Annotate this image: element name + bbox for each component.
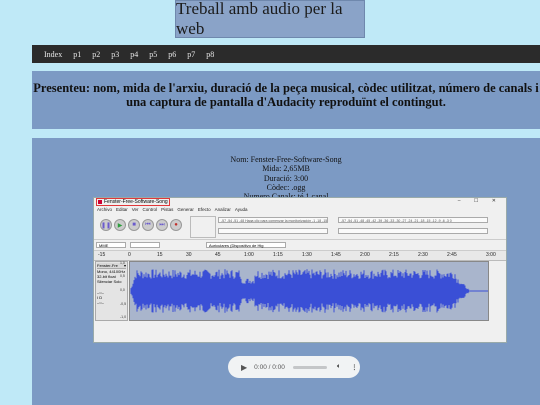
nav-link-p4[interactable]: p4	[130, 50, 138, 59]
tick-label: 3:00	[486, 252, 496, 258]
tick-label: 45	[215, 252, 221, 258]
nav-link-p2[interactable]: p2	[92, 50, 100, 59]
mic-slider	[218, 228, 328, 234]
task-statement: Presenteu: nom, mida de l'arxiu, duració…	[32, 71, 540, 129]
track-name: Fenster-Fre	[97, 263, 118, 268]
menu-ver: Ver	[131, 207, 139, 212]
playback-meter: -57 -54 -51 -48 -45 -42 -39 -36 -33 -30 …	[338, 217, 488, 223]
audacity-titlebar: Fenster-Free-Software-Song – ☐ ✕	[94, 198, 506, 206]
scale-label: -0,5	[120, 302, 127, 306]
play-button[interactable]: ▶	[241, 363, 247, 372]
menu-analizar: Analizar	[214, 207, 231, 212]
scale-label: 0,0	[120, 288, 125, 292]
tick-label: 1:45	[331, 252, 341, 258]
tools-toolbar	[190, 216, 216, 238]
nav-link-p5[interactable]: p5	[149, 50, 157, 59]
nav-link-p6[interactable]: p6	[168, 50, 176, 59]
pause-icon: ❚❚	[100, 219, 112, 231]
record-meter: -57 -54 -51 -48 Haga clic para comenzar …	[218, 217, 328, 223]
tick-label: 1:15	[273, 252, 283, 258]
tick-label: 2:45	[447, 252, 457, 258]
audacity-menubar: Archivo Editar Ver Control Pistas Genera…	[94, 206, 506, 213]
content-panel: Nom: Fenster-Free-Software-Song Mida: 2,…	[32, 138, 540, 405]
player-time: 0:00 / 0:00	[254, 363, 285, 371]
tick-label: 1:00	[244, 252, 254, 258]
tick-label: 30	[186, 252, 192, 258]
menu-generar: Generar	[177, 207, 194, 212]
audacity-toolbar: ❚❚ ▶ ■ ⏮ ⏭ ● -57 -54 -51 -48 Haga clic p…	[94, 213, 506, 240]
nav-bar: Index p1 p2 p3 p4 p5 p6 p7 p8	[32, 45, 540, 63]
audacity-window-title-text: Fenster-Free-Software-Song	[104, 199, 168, 205]
scale-label: -1,0	[120, 315, 127, 319]
window-controls: – ☐ ✕	[457, 198, 502, 204]
tick-label: 15	[157, 252, 163, 258]
tick-label: 1:30	[302, 252, 312, 258]
track-area: Fenster-Fre ▾ Mono, 44100Hz 32-bit float …	[94, 259, 506, 342]
waveform-path	[130, 269, 470, 313]
play-icon: ▶	[114, 219, 126, 231]
audacity-window-title: Fenster-Free-Software-Song	[96, 198, 170, 206]
mic-device-select	[130, 242, 160, 248]
nav-link-p1[interactable]: p1	[73, 50, 81, 59]
info-size: Mida: 2,65MB	[262, 164, 310, 174]
nav-link-p8[interactable]: p8	[206, 50, 214, 59]
output-device-select: Auriculares (Dispositivo de Hig	[206, 242, 286, 248]
menu-efecto: Efecto	[197, 207, 211, 212]
host-select: MME	[96, 242, 126, 248]
tick-label: 0	[128, 252, 131, 258]
tick-label: -15	[98, 252, 106, 258]
edit-tools	[338, 228, 488, 234]
nav-link-index[interactable]: Index	[44, 50, 62, 59]
seek-bar[interactable]	[292, 365, 327, 369]
info-name: Nom: Fenster-Free-Software-Song	[230, 155, 342, 164]
task-line-2: una captura de pantalla d'Audacity repro…	[126, 95, 446, 109]
audacity-logo-icon	[98, 200, 102, 204]
tick-label: 2:15	[389, 252, 399, 258]
audacity-screenshot: Fenster-Free-Software-Song – ☐ ✕ Archivo…	[93, 197, 507, 343]
menu-ayuda: Ayuda	[234, 207, 248, 212]
skip-start-icon: ⏮	[142, 219, 154, 231]
nav-link-p3[interactable]: p3	[111, 50, 119, 59]
menu-archivo: Archivo	[97, 207, 113, 212]
record-icon: ●	[170, 219, 182, 231]
menu-pistas: Pistas	[161, 207, 174, 212]
scale-label: 1,0	[120, 261, 125, 265]
waveform-graphic	[130, 269, 488, 313]
tick-label: 2:30	[418, 252, 428, 258]
stop-icon: ■	[128, 219, 140, 231]
volume-icon[interactable]: 🔈︎	[337, 363, 341, 371]
menu-control: Control	[142, 207, 158, 212]
info-duration: Duració: 3:00	[263, 173, 309, 183]
file-info: Nom: Fenster-Free-Software-Song Mida: 2,…	[32, 155, 540, 201]
more-options-icon[interactable]: ⋮	[351, 363, 358, 371]
amplitude-scale: 1,0 0,5 0,0 -0,5 -1,0	[120, 261, 129, 321]
scale-label: 0,5	[120, 274, 125, 278]
device-toolbar: MME Auriculares (Dispositivo de Hig	[94, 240, 506, 251]
waveform	[129, 261, 489, 321]
tick-label: 2:00	[360, 252, 370, 258]
nav-link-p7[interactable]: p7	[187, 50, 195, 59]
skip-end-icon: ⏭	[156, 219, 168, 231]
page-title-text: Treball amb audio per la web	[176, 0, 343, 38]
task-line-1: Presenteu: nom, mida de l'arxiu, duració…	[33, 81, 539, 95]
audio-player: ▶ 0:00 / 0:00 🔈︎ ⋮	[228, 356, 360, 378]
info-codec: Còdec: .ogg	[266, 182, 306, 192]
page-title: Treball amb audio per la web	[175, 0, 365, 38]
menu-editar: Editar	[116, 207, 128, 212]
